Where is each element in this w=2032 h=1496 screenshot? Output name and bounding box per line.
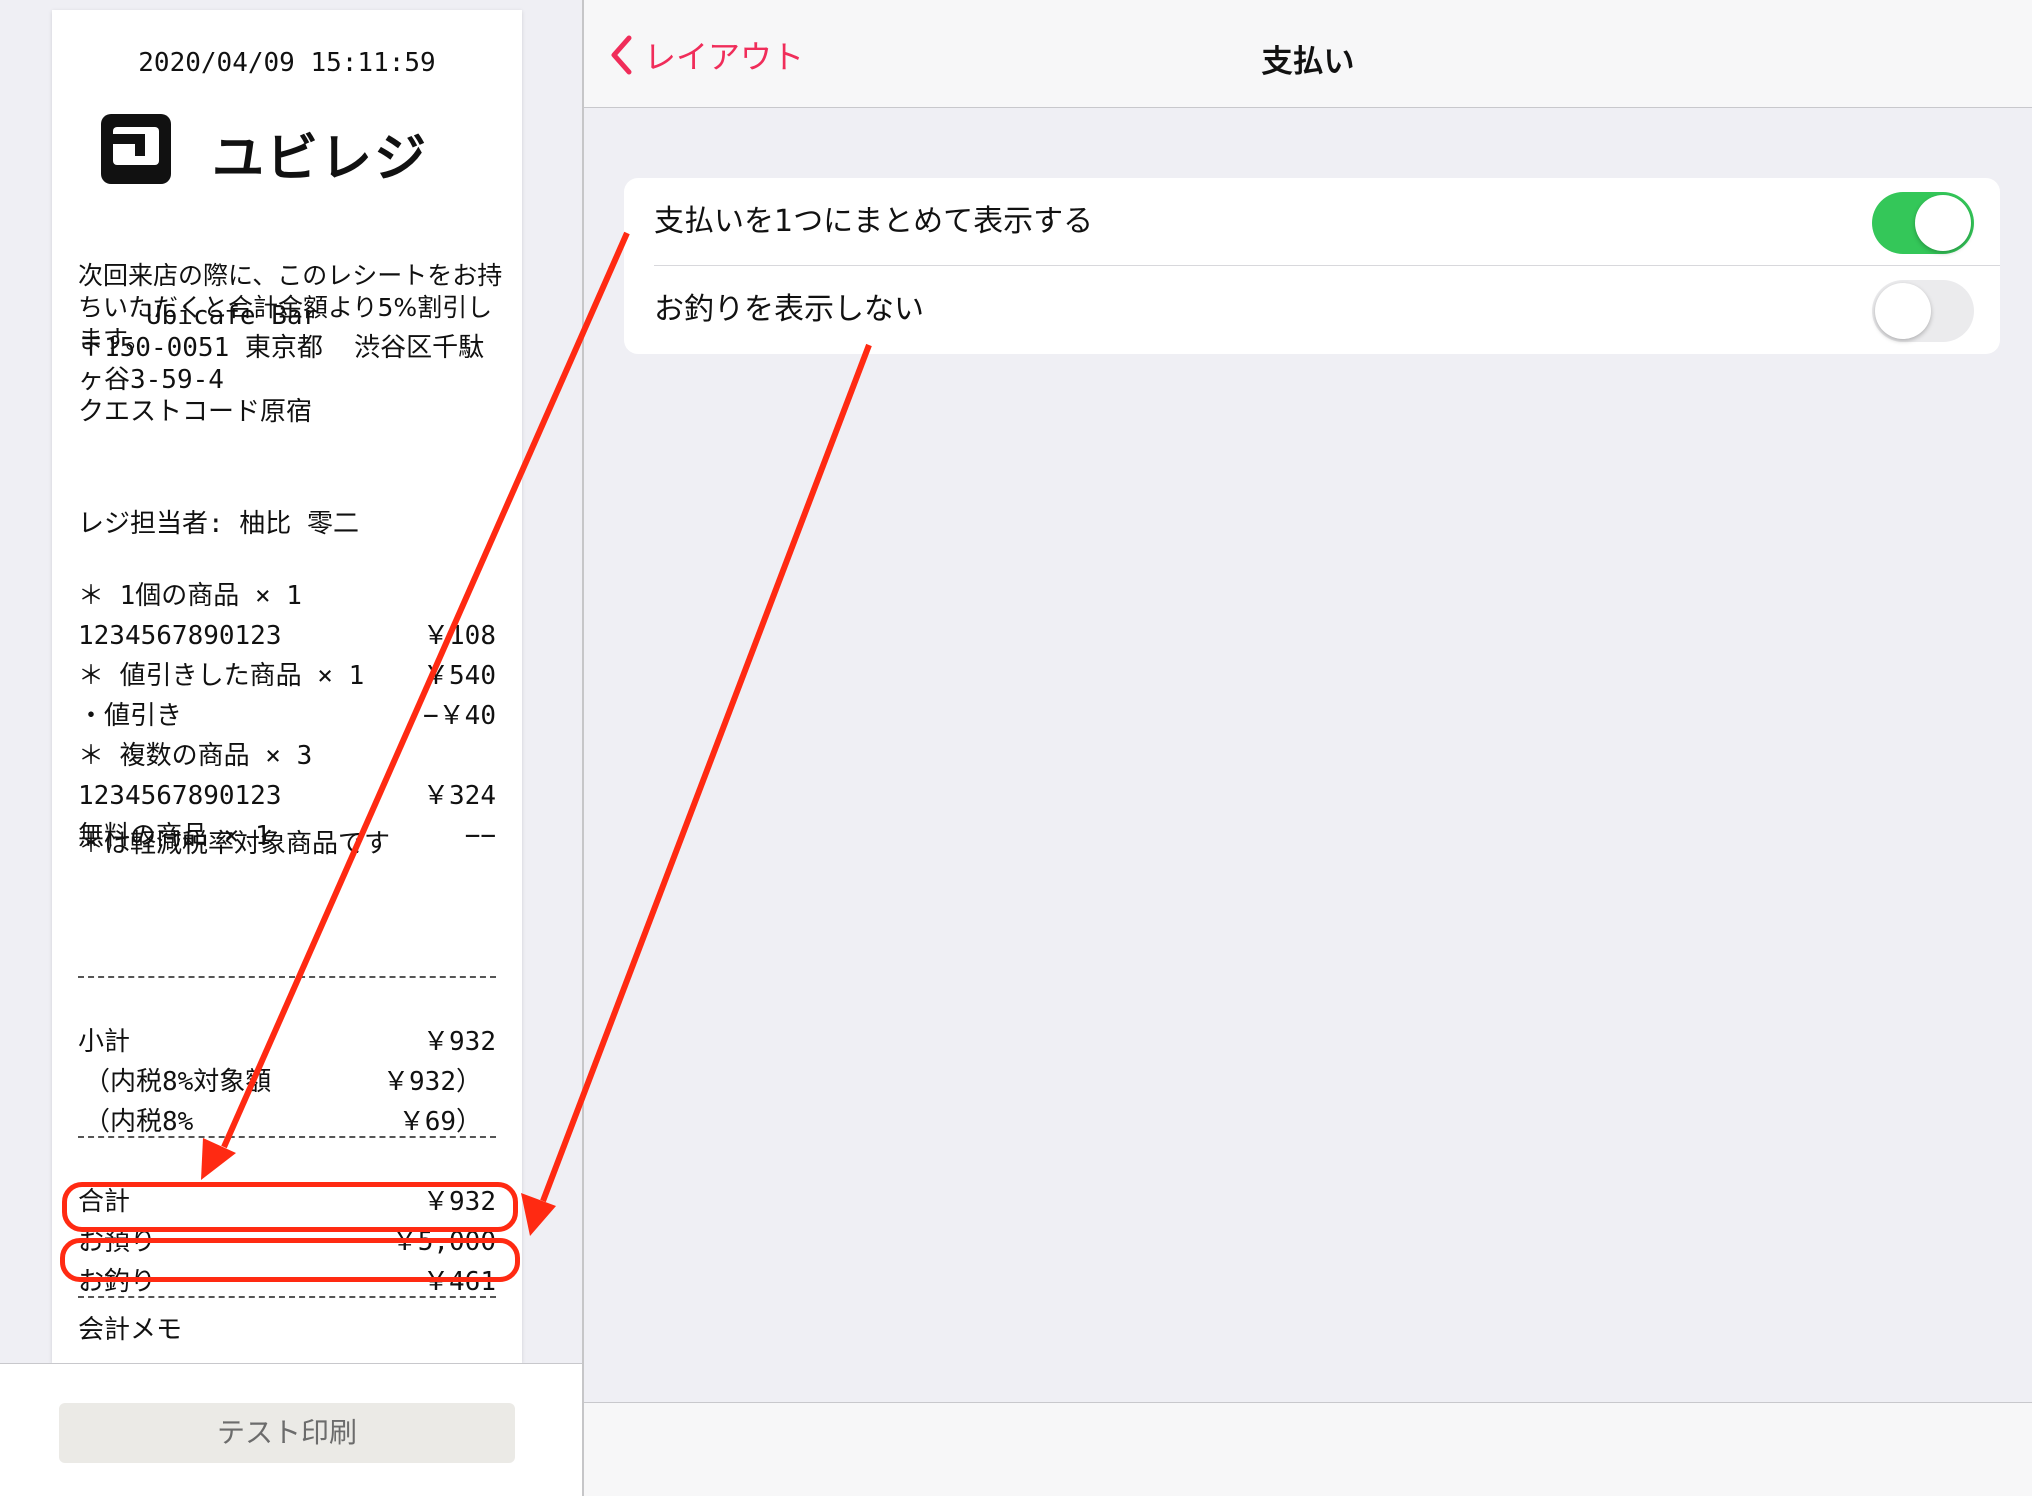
receipt-cashier: レジ担当者: 柚比 零二 [78, 509, 359, 539]
receipt-item-row: 無料の商品 × 1 −− [78, 821, 496, 851]
receipt-item-row: ＊ 1個の商品 × 1 [78, 581, 302, 611]
setting-label-hide-change: お釣りを表示しない [654, 292, 924, 327]
receipt-tax: （内税8% ￥69） [84, 1107, 482, 1137]
ubiregi-logo-text: ユビレジ [212, 129, 429, 189]
receipt-address-2: ヶ谷3-59-4 [78, 365, 224, 395]
bottom-toolbar [584, 1402, 2032, 1496]
receipt-address-1: 〒150-0051 東京都 渋谷区千駄 [78, 333, 485, 363]
receipt-item-row: ・値引き −￥40 [78, 701, 496, 731]
receipt-item-row: 1234567890123 ￥324 [78, 781, 496, 811]
receipt-divider [78, 1136, 496, 1138]
receipt-divider [78, 1296, 496, 1298]
settings-pane: レイアウト 支払い 支払いを1つにまとめて表示する お釣りを表示しない [584, 0, 2032, 1496]
setting-label-combine-payments: 支払いを1つにまとめて表示する [654, 204, 1094, 239]
receipt-item-row: 1234567890123 ￥108 [78, 621, 496, 651]
change-highlight-outline [60, 1238, 520, 1282]
receipt-footer-bar: テスト印刷 [0, 1363, 582, 1496]
payment-settings-group: 支払いを1つにまとめて表示する お釣りを表示しない [624, 178, 2000, 354]
test-print-button[interactable]: テスト印刷 [59, 1403, 515, 1463]
receipt-preview-pane: 2020/04/09 15:11:59 ユビレジ 次回来店の際に、このレシートを… [0, 0, 582, 1496]
deposit-highlight-outline [62, 1182, 518, 1232]
hide-change-toggle[interactable] [1872, 280, 1974, 342]
receipt-datetime: 2020/04/09 15:11:59 [138, 48, 436, 78]
receipt-item-row: ＊ 値引きした商品 × 1 ￥540 [78, 661, 496, 691]
ubiregi-logo-icon [101, 114, 171, 184]
receipt-item-row: ＊ 複数の商品 × 3 [78, 741, 313, 771]
receipt-store-name: Ubicafe Bar [146, 301, 319, 331]
receipt-memo-label: 会計メモ [78, 1315, 183, 1345]
receipt-paper: 2020/04/09 15:11:59 ユビレジ 次回来店の際に、このレシートを… [52, 10, 522, 1363]
setting-row-combine-payments: 支払いを1つにまとめて表示する [624, 178, 2000, 266]
receipt-divider [78, 976, 496, 978]
combine-payments-toggle[interactable] [1872, 192, 1974, 254]
receipt-reduced-tax-note: ＊は軽減税率対象商品です [78, 829, 391, 859]
receipt-address-3: クエストコード原宿 [78, 397, 313, 427]
receipt-tax-base: （内税8%対象額 ￥932） [84, 1067, 482, 1097]
navigation-bar: レイアウト 支払い [584, 0, 2032, 108]
setting-row-hide-change: お釣りを表示しない [624, 266, 2000, 354]
receipt-subtotal: 小計 ￥932 [78, 1027, 496, 1057]
page-title: 支払い [1261, 44, 1355, 80]
